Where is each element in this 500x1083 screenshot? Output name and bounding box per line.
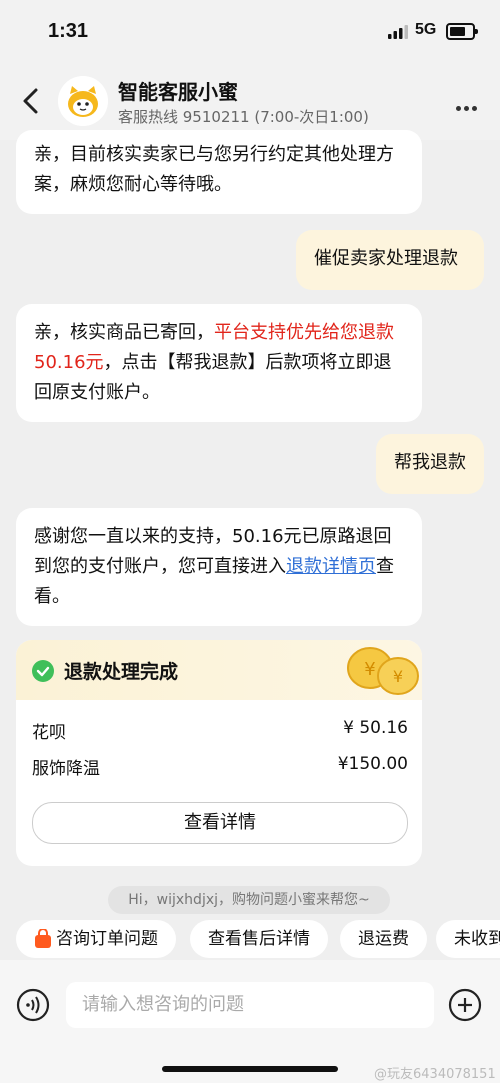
- card-title: 退款处理完成: [64, 661, 179, 683]
- refund-detail-link[interactable]: 退款详情页: [286, 556, 376, 577]
- hotline-text: 客服热线 9510211 (7:00-次日1:00): [118, 108, 369, 126]
- message-input[interactable]: 请输入想咨询的问题: [66, 982, 434, 1028]
- quick-reply-order[interactable]: 咨询订单问题: [16, 920, 176, 958]
- refund-row: 花呗 ¥ 50.16: [32, 718, 408, 743]
- message-text: 催促卖家处理退款: [314, 248, 458, 269]
- refund-row-label: 花呗: [32, 723, 66, 743]
- coins-icon: ¥ ¥: [347, 647, 419, 695]
- refund-row-amount: ¥ 50.16: [343, 718, 408, 738]
- refund-row-label: 服饰降温: [32, 759, 100, 779]
- card-header: 退款处理完成 ¥ ¥: [16, 640, 422, 700]
- view-details-button[interactable]: 查看详情: [32, 802, 408, 844]
- svg-text:¥: ¥: [393, 667, 403, 686]
- battery-icon: [446, 23, 478, 40]
- assistant-message: 感谢您一直以来的支持，50.16元已原路退回到您的支付账户，您可直接进入退款详情…: [16, 508, 422, 626]
- assistant-message: 亲，目前核实卖家已与您另行约定其他处理方案，麻烦您耐心等待哦。: [16, 130, 422, 214]
- quick-reply-label: 未收到: [454, 929, 500, 949]
- chat-title: 智能客服小蜜: [118, 80, 238, 104]
- status-time: 1:31: [48, 20, 89, 42]
- mascot-icon: [58, 76, 108, 126]
- refund-complete-card: 退款处理完成 ¥ ¥ 花呗 ¥ 50.16 服饰降温 ¥150.00 查看详情: [16, 640, 422, 866]
- quick-reply-not-received[interactable]: 未收到: [436, 920, 500, 958]
- quick-reply-shipping-refund[interactable]: 退运费: [340, 920, 427, 958]
- assistant-avatar[interactable]: [58, 76, 108, 126]
- quick-reply-aftersale[interactable]: 查看售后详情: [190, 920, 328, 958]
- quick-reply-label: 查看售后详情: [208, 929, 310, 949]
- home-indicator: [162, 1066, 338, 1072]
- shopping-bag-icon: [35, 929, 51, 948]
- user-message: 帮我退款: [376, 434, 484, 494]
- network-type: 5G: [415, 21, 437, 38]
- message-text: 亲，核实商品已寄回，: [34, 322, 214, 343]
- svg-text:¥: ¥: [364, 659, 375, 680]
- quick-reply-label: 退运费: [358, 929, 409, 949]
- refund-row: 服饰降温 ¥150.00: [32, 754, 408, 779]
- message-text: 亲，目前核实卖家已与您另行约定其他处理方案，麻烦您耐心等待哦。: [34, 144, 394, 195]
- greeting-hint: Hi，wijxhdjxj，购物问题小蜜来帮您~: [108, 886, 390, 914]
- assistant-message: 亲，核实商品已寄回，平台支持优先给您退款50.16元，点击【帮我退款】后款项将立…: [16, 304, 422, 422]
- status-bar: 1:31 5G: [0, 0, 500, 66]
- back-arrow-icon[interactable]: [16, 84, 46, 118]
- voice-icon[interactable]: [16, 988, 50, 1022]
- watermark: @玩友6434078151: [374, 1067, 496, 1082]
- quick-reply-label: 咨询订单问题: [56, 929, 158, 949]
- chat-header: 智能客服小蜜 客服热线 9510211 (7:00-次日1:00): [0, 66, 500, 140]
- signal-icon: [388, 25, 408, 39]
- check-circle-icon: [32, 660, 54, 682]
- user-message: 催促卖家处理退款: [296, 230, 484, 290]
- message-text: 帮我退款: [394, 452, 466, 473]
- plus-icon[interactable]: [448, 988, 482, 1022]
- more-options-icon[interactable]: [456, 96, 480, 115]
- refund-row-amount: ¥150.00: [337, 754, 408, 774]
